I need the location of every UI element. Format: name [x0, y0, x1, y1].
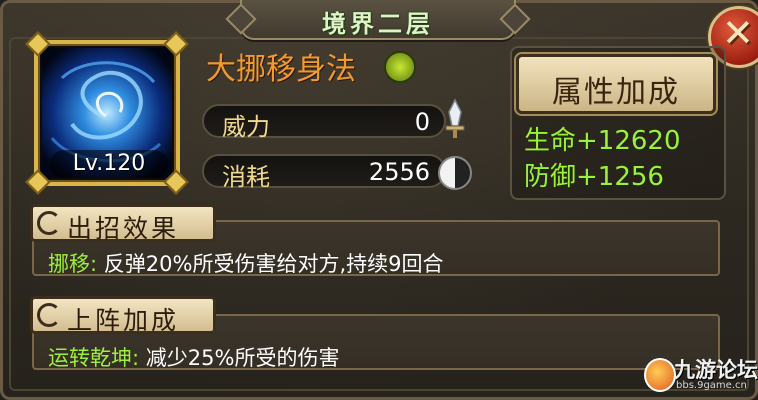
- window-title: 境界二层: [322, 10, 434, 38]
- skill-level: Lv.120: [50, 150, 168, 178]
- scroll-icon: [37, 303, 61, 327]
- section-title: 出招效果: [67, 214, 180, 243]
- skill-icon: Lv.120: [25, 31, 189, 195]
- sword-icon: [445, 98, 465, 138]
- skill-name: 大挪移身法: [206, 52, 356, 87]
- yin-yang-icon: [384, 51, 416, 83]
- effect-line: 挪移: 反弹20%所受伤害给对方,持续9回合: [48, 248, 443, 278]
- stat-cost: 消耗 2556: [202, 154, 446, 191]
- close-icon: ✕: [722, 11, 754, 55]
- stat-label: 消耗: [222, 163, 270, 191]
- section-title: 上阵加成: [67, 306, 180, 335]
- stat-value: 2556: [368, 158, 430, 186]
- title-tab: 境界二层: [240, 0, 516, 40]
- effect-text: 减少25%所受的伤害: [145, 346, 340, 370]
- attribute-bonus-label: 属性加成: [552, 75, 680, 110]
- watermark-logo: 九游论坛 bbs.9game.cn: [640, 352, 758, 398]
- attribute-hp: 生命+12620: [524, 126, 681, 156]
- effect-key: 挪移:: [48, 252, 98, 276]
- attribute-bonus-button[interactable]: 属性加成: [516, 54, 716, 114]
- stat-label: 威力: [222, 113, 270, 141]
- effect-text: 反弹20%所受伤害给对方,持续9回合: [103, 252, 444, 276]
- watermark-url: bbs.9game.cn: [676, 380, 747, 391]
- stat-power: 威力 0: [202, 104, 446, 141]
- scroll-icon: [37, 211, 61, 235]
- mascot-icon: [644, 358, 676, 392]
- taiji-icon: [438, 156, 472, 190]
- attribute-defense: 防御+1256: [524, 162, 664, 192]
- effect-line: 运转乾坤: 减少25%所受的伤害: [48, 342, 339, 372]
- stat-value: 0: [414, 108, 430, 136]
- effect-key: 运转乾坤:: [48, 346, 140, 370]
- section-header-formation: 上阵加成: [30, 296, 216, 335]
- section-header-effect: 出招效果: [30, 204, 216, 243]
